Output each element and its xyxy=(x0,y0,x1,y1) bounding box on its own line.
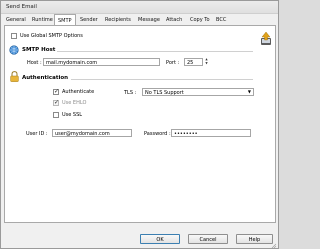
send-email-icon xyxy=(260,31,272,46)
tab-copy-to[interactable]: Copy To xyxy=(187,15,213,25)
use-ssl-checkbox[interactable] xyxy=(53,112,59,118)
tls-label: TLS : xyxy=(124,90,137,96)
tls-select-value: No TLS Support xyxy=(145,90,184,96)
use-ehlo-label: Use EHLO xyxy=(62,100,87,106)
authentication-section-title: Authentication xyxy=(22,75,69,81)
use-global-smtp-checkbox[interactable] xyxy=(11,33,17,39)
authenticate-label: Authenticate xyxy=(62,89,95,95)
use-global-smtp-label: Use Global SMTP Options xyxy=(20,33,83,39)
tab-smtp[interactable]: SMTP xyxy=(54,14,76,25)
ok-button[interactable]: OK xyxy=(140,234,180,244)
tab-message[interactable]: Message xyxy=(135,15,163,25)
host-label: Host : xyxy=(27,60,42,66)
smtp-panel: Use Global SMTP Options SMTP Host Host :… xyxy=(4,25,276,223)
tab-recipients[interactable]: Recipients xyxy=(102,15,134,25)
use-ssl-label: Use SSL xyxy=(62,112,83,118)
password-label: Password : xyxy=(144,131,171,137)
window-title: Send Email xyxy=(6,4,37,10)
authenticate-checkbox[interactable] xyxy=(53,88,59,95)
tab-sender[interactable]: Sender xyxy=(77,15,101,25)
cancel-button[interactable]: Cancel xyxy=(188,234,228,244)
port-stepper[interactable]: ▲ ▼ xyxy=(204,57,209,66)
title-bar: Send Email xyxy=(1,1,278,14)
tab-attach[interactable]: Attach xyxy=(163,15,185,25)
tab-strip: General Runtime SMTP Sender Recipients M… xyxy=(3,14,277,25)
password-input[interactable]: •••••••• xyxy=(171,129,251,137)
send-email-dialog: Send Email General Runtime SMTP Sender R… xyxy=(0,0,279,249)
host-input[interactable]: mail.mydomain.com xyxy=(43,58,160,66)
tab-runtime[interactable]: Runtime xyxy=(29,15,56,25)
port-input[interactable]: 25 xyxy=(184,58,203,66)
help-button[interactable]: Help xyxy=(236,234,273,244)
authentication-divider xyxy=(71,79,253,80)
padlock-icon xyxy=(10,71,19,82)
tab-bcc[interactable]: BCC xyxy=(213,15,229,25)
smtp-host-divider xyxy=(57,51,253,52)
tls-select[interactable]: No TLS Support ▼ xyxy=(142,88,254,96)
port-label: Port : xyxy=(166,60,180,66)
user-id-input[interactable]: user@mydomain.com xyxy=(52,129,132,137)
use-ehlo-checkbox[interactable] xyxy=(53,99,59,106)
user-id-label: User ID : xyxy=(26,131,48,137)
server-globe-icon xyxy=(9,45,19,55)
resize-grip-icon[interactable] xyxy=(271,243,277,249)
smtp-host-section-title: SMTP Host xyxy=(22,47,56,53)
tab-general[interactable]: General xyxy=(3,15,29,25)
chevron-down-icon: ▼ xyxy=(247,89,251,94)
